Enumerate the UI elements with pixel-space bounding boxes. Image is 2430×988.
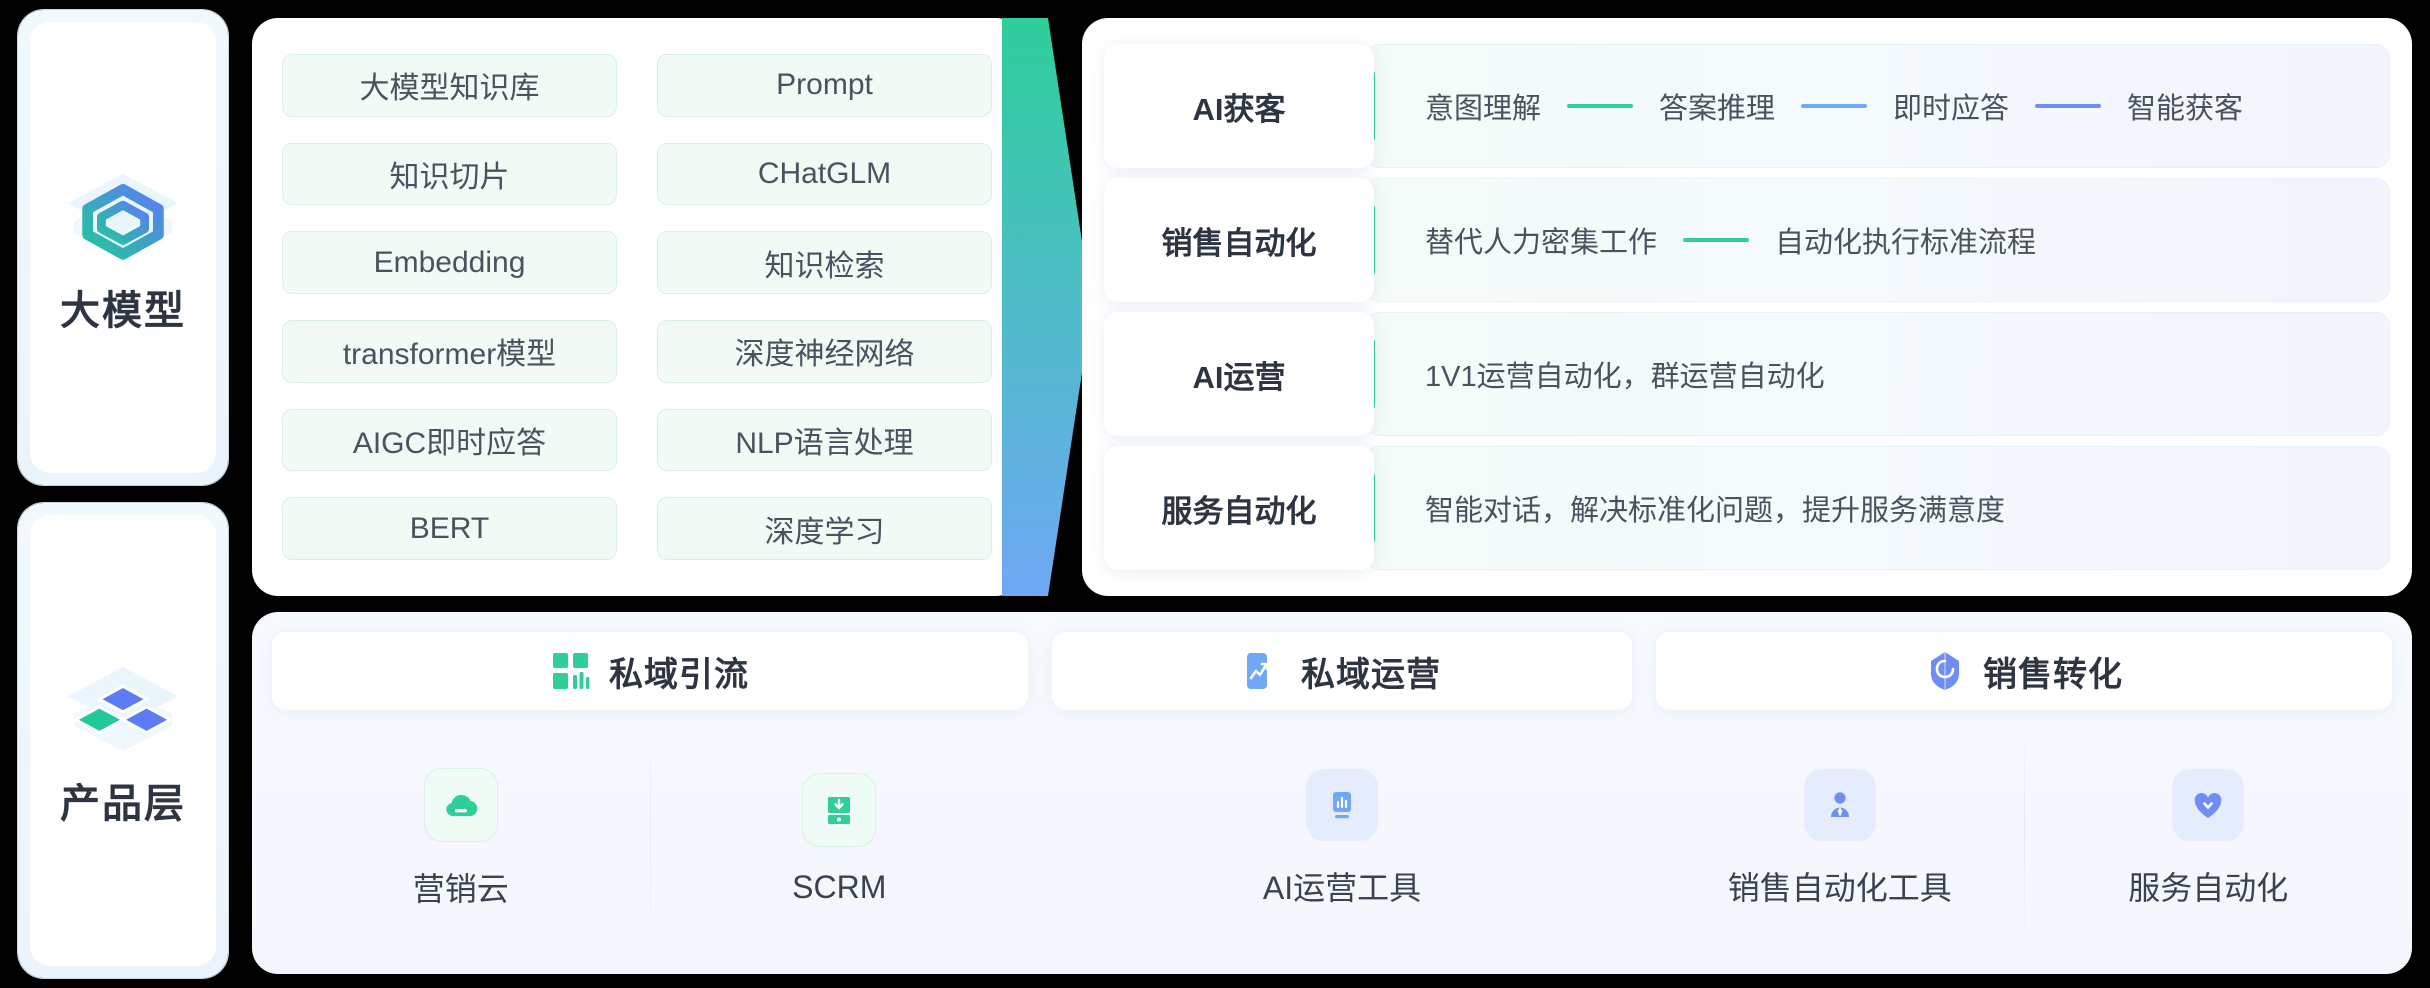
capability-body: 意图理解 答案推理 即时应答 智能获客 [1366, 44, 2390, 168]
cloud-icon [446, 794, 478, 816]
product-icon-box [2172, 769, 2245, 841]
product-group-items: 销售自动化工具 服务自动化 [1656, 724, 2392, 954]
tag-chip[interactable]: CHatGLM [657, 142, 992, 206]
capability-item: 自动化执行标准流程 [1775, 227, 2037, 259]
capability-row[interactable]: 服务自动化 智能对话，解决标准化问题，提升服务满意度 [1104, 446, 2390, 570]
tag-chip[interactable]: 深度神经网络 [657, 319, 992, 383]
rail-card-model[interactable]: 大模型 [18, 10, 228, 485]
capability-item: 智能获客 [2127, 93, 2244, 125]
heart-check-icon [2195, 793, 2222, 818]
capability-item: 智能对话，解决标准化问题，提升服务满意度 [1425, 495, 2006, 527]
flow-arrow-icon [1002, 18, 1092, 596]
infographic-canvas: 大模型 产品层 大模型知识库 Prompt 知识切片 CHatGLM Embed… [0, 0, 2430, 988]
connector-line [1683, 238, 1750, 242]
capability-name: 服务自动化 [1104, 446, 1374, 570]
product-icon-box [1803, 769, 1876, 841]
product-label: 销售自动化工具 [1727, 870, 1952, 906]
product-item[interactable]: 服务自动化 [2025, 724, 2393, 954]
product-icon-box [1306, 769, 1378, 841]
product-label: 营销云 [412, 871, 509, 907]
product-group-header[interactable]: 私域引流 [272, 632, 1028, 710]
capability-item: 即时应答 [1893, 93, 2010, 125]
tag-chip[interactable]: 深度学习 [657, 497, 992, 560]
capability-body: 替代人力密集工作 自动化执行标准流程 [1366, 178, 2390, 302]
product-label: AI运营工具 [1262, 870, 1422, 906]
product-panel: 私域引流 营销云 SCRM 私域运营 AI运营工具 销售转化 销售自动化工具 服… [252, 612, 2412, 974]
product-group-title: 私域运营 [1301, 655, 1441, 694]
capability-row[interactable]: AI运营 1V1运营自动化，群运营自动化 [1104, 312, 2390, 436]
model-tags-grid: 大模型知识库 Prompt 知识切片 CHatGLM Embedding 知识检… [282, 54, 992, 560]
capability-name: AI获客 [1104, 44, 1374, 168]
bar-chart-phone-icon [1333, 792, 1351, 819]
capability-items: 智能对话，解决标准化问题，提升服务满意度 [1425, 487, 2005, 529]
product-item[interactable]: SCRM [651, 724, 1029, 954]
connector-line [1801, 104, 1868, 108]
capability-row[interactable]: 销售自动化 替代人力密集工作 自动化执行标准流程 [1104, 178, 2390, 302]
inbox-download-icon [828, 796, 851, 824]
person-tie-icon [1830, 792, 1849, 817]
capability-items: 替代人力密集工作 自动化执行标准流程 [1425, 219, 2036, 261]
tag-chip[interactable]: Embedding [282, 231, 617, 294]
capability-items: 意图理解 答案推理 即时应答 智能获客 [1425, 85, 2243, 127]
capability-name: AI运营 [1104, 312, 1374, 436]
product-item[interactable]: 营销云 [272, 724, 650, 954]
connector-line [1567, 104, 1634, 108]
rail-card-model-inner: 大模型 [30, 22, 216, 473]
capability-name: 销售自动化 [1104, 178, 1374, 302]
product-label: 服务自动化 [2128, 870, 2289, 906]
product-item[interactable]: 销售自动化工具 [1656, 724, 2024, 954]
product-icon-box [423, 768, 498, 842]
tag-chip[interactable]: Prompt [657, 54, 992, 117]
capability-body: 智能对话，解决标准化问题，提升服务满意度 [1366, 446, 2390, 570]
shield-swirl-icon [1931, 652, 1959, 690]
capability-item: 答案推理 [1659, 93, 1776, 125]
capability-item: 替代人力密集工作 [1425, 227, 1658, 259]
product-group-items: 营销云 SCRM [272, 724, 1028, 954]
capability-item: 意图理解 [1425, 93, 1542, 125]
product-icon-box [802, 772, 877, 847]
rail-label-product: 产品层 [60, 781, 186, 826]
product-group-items: AI运营工具 [1052, 724, 1632, 954]
capability-items: 1V1运营自动化，群运营自动化 [1425, 353, 1825, 395]
tag-chip[interactable]: 大模型知识库 [282, 54, 617, 117]
product-group-conversion: 销售转化 销售自动化工具 服务自动化 [1656, 632, 2392, 954]
product-label: SCRM [792, 868, 887, 905]
tag-chip[interactable]: NLP语言处理 [657, 408, 992, 472]
product-group-title: 私域引流 [609, 655, 749, 694]
tag-chip[interactable]: 知识切片 [282, 142, 617, 206]
rail-label-model: 大模型 [60, 288, 186, 333]
tag-chip[interactable]: 知识检索 [657, 231, 992, 294]
trend-chart-icon [1247, 653, 1269, 689]
product-group-header[interactable]: 销售转化 [1656, 632, 2392, 710]
connector-line [2035, 104, 2102, 108]
tag-chip[interactable]: transformer模型 [282, 319, 617, 383]
capability-body: 1V1运营自动化，群运营自动化 [1366, 312, 2390, 436]
capability-item: 1V1运营自动化，群运营自动化 [1425, 361, 1825, 393]
rail-card-product[interactable]: 产品层 [18, 503, 228, 978]
tag-chip[interactable]: BERT [282, 497, 617, 560]
grid-bars-icon [553, 653, 590, 689]
product-group-title: 销售转化 [1983, 655, 2123, 694]
stacked-blocks-icon [68, 666, 178, 751]
layer-rail: 大模型 产品层 [18, 10, 228, 978]
capability-panel: AI获客 意图理解 答案推理 即时应答 智能获客 销售自动化 替代人力密集工作 … [1082, 18, 2412, 596]
rail-card-product-inner: 产品层 [30, 515, 216, 966]
model-tags-panel: 大模型知识库 Prompt 知识切片 CHatGLM Embedding 知识检… [252, 18, 1022, 596]
layered-cube-icon [68, 173, 178, 260]
product-group-header[interactable]: 私域运营 [1052, 632, 1632, 710]
capability-row[interactable]: AI获客 意图理解 答案推理 即时应答 智能获客 [1104, 44, 2390, 168]
tag-chip[interactable]: AIGC即时应答 [282, 408, 617, 472]
product-group-operation: 私域运营 AI运营工具 [1052, 632, 1632, 954]
product-item[interactable]: AI运营工具 [1052, 724, 1632, 954]
product-group-traffic: 私域引流 营销云 SCRM [272, 632, 1028, 954]
